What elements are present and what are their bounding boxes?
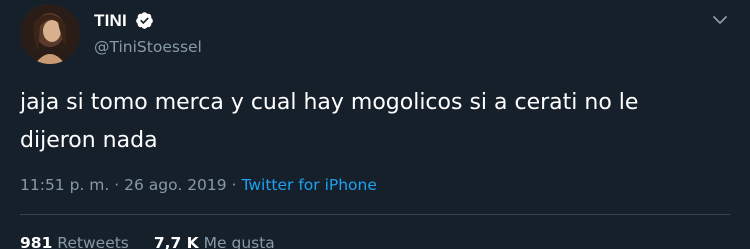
likes-stat[interactable]: 7,7 K Me gusta <box>154 234 275 249</box>
tweet-stats: 981 Retweets 7,7 K Me gusta <box>20 234 295 249</box>
retweets-label: Retweets <box>57 234 129 249</box>
verified-badge-icon <box>136 12 153 29</box>
tweet-card: TINI @TiniStoessel jaja si tomo merca y … <box>0 0 750 249</box>
avatar-image <box>20 4 80 64</box>
tweet-date[interactable]: 26 ago. 2019 <box>124 176 227 194</box>
tweet-time[interactable]: 11:51 p. m. <box>20 176 109 194</box>
meta-separator: · <box>114 176 120 194</box>
retweets-stat[interactable]: 981 Retweets <box>20 234 129 249</box>
chevron-down-icon[interactable] <box>712 14 728 26</box>
avatar[interactable] <box>20 4 80 64</box>
meta-separator: · <box>231 176 237 194</box>
tweet-text: jaja si tomo merca y cual hay mogolicos … <box>20 90 639 153</box>
tweet-metadata: 11:51 p. m. · 26 ago. 2019 · Twitter for… <box>20 176 377 194</box>
tweet-source-link[interactable]: Twitter for iPhone <box>241 176 376 194</box>
divider <box>20 214 730 215</box>
retweets-count: 981 <box>20 234 53 249</box>
author-handle[interactable]: @TiniStoessel <box>94 38 202 56</box>
author-display-name[interactable]: TINI <box>94 11 127 31</box>
likes-label: Me gusta <box>203 234 275 249</box>
likes-count: 7,7 K <box>153 234 199 249</box>
